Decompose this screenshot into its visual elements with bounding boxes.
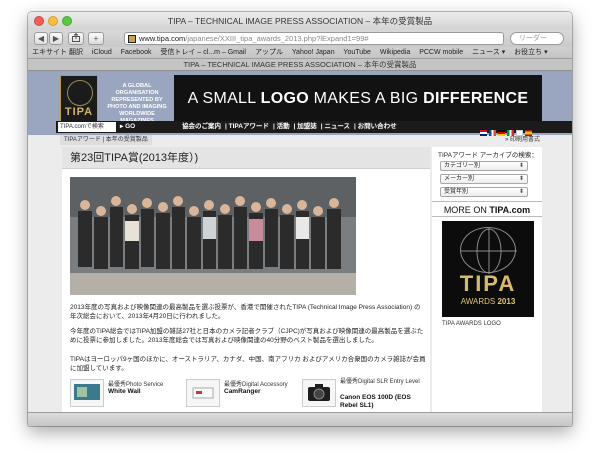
browser-window: TIPA – TECHNICAL IMAGE PRESS ASSOCIATION… xyxy=(28,12,572,426)
window-title: TIPA – TECHNICAL IMAGE PRESS ASSOCIATION… xyxy=(167,16,433,26)
globe-icon xyxy=(460,227,517,274)
go-button[interactable]: ▸ GO xyxy=(120,121,135,133)
ad-banner[interactable]: A SMALL LOGO MAKES A BIG DIFFERENCE xyxy=(174,75,542,125)
product-thumbnail xyxy=(186,379,220,407)
tab-active[interactable]: TIPA – TECHNICAL IMAGE PRESS ASSOCIATION… xyxy=(28,59,572,71)
manufacturer-select[interactable]: メーカー別 ⬍ xyxy=(440,174,528,184)
main-menu: 協会のご案内 | TIPAアワード | 活動 | 加盟誌 | ニュース | お問い合わせ xyxy=(182,123,397,130)
chevron-down-icon: ⬍ xyxy=(518,163,524,169)
banner-text: A SMALL LOGO MAKES A BIG DIFFERENCE xyxy=(187,90,529,107)
bookmarks-bar: エキサイト 翻訳 iCloud Facebook 受信トレイ – cl...m … xyxy=(28,47,572,59)
globe-icon xyxy=(67,80,93,106)
bookmark-item[interactable]: エキサイト 翻訳 xyxy=(32,49,83,56)
add-bookmark-button[interactable]: + xyxy=(88,32,104,45)
url-host: www.tipa.com xyxy=(139,34,186,43)
award-logo-caption: TIPA AWARDS LOGO xyxy=(442,321,501,327)
menu-item-members[interactable]: 加盟誌 xyxy=(297,123,317,130)
countries-paragraph: TIPAはヨーロッパ9ヶ国のほかに、オーストラリア、カナダ、中国、南アフリカ お… xyxy=(70,356,426,372)
page-title: 第23回TIPA賞(2013年度）) xyxy=(62,147,430,169)
product-name: Canon EOS 100D (EOS Rebel SL1) xyxy=(340,394,411,409)
forward-button[interactable]: ▶ xyxy=(49,32,63,45)
award-year-text: AWARDS 2013 xyxy=(460,297,516,306)
tipa-logo[interactable]: TIPA xyxy=(60,75,98,125)
product-thumbnail xyxy=(70,379,104,407)
bookmark-item[interactable]: アップル xyxy=(255,49,283,56)
product-category: 最優秀Digital SLR Entry Level xyxy=(340,379,420,385)
bookmark-item[interactable]: 受信トレイ – cl...m – Gmail xyxy=(160,49,246,56)
main-content: 第23回TIPA賞(2013年度）) 2013年度の写真および映像関連の最高製品… xyxy=(62,147,430,425)
product-name: CamRanger xyxy=(224,388,261,395)
site-favicon-icon xyxy=(128,35,136,43)
members-paragraph: 今年度のTIPA総会ではTIPA加盟の雑誌27社と日本のカメラ記者クラブ（CJP… xyxy=(70,328,424,344)
site-search-input[interactable]: TIPA.comで検索 xyxy=(58,122,116,132)
menu-item-about[interactable]: 協会のご案内 xyxy=(182,123,221,130)
web-page: TIPA A GLOBAL ORGANISATION REPRESENTED B… xyxy=(28,71,572,425)
address-bar[interactable]: www.tipa.com/japanese/XXIII_tipa_awards_… xyxy=(124,32,504,45)
bookmark-item[interactable]: Yahoo! Japan xyxy=(292,49,335,56)
logo-text: TIPA xyxy=(64,106,94,118)
status-bar xyxy=(28,412,572,426)
title-bar: TIPA – TECHNICAL IMAGE PRESS ASSOCIATION… xyxy=(28,12,572,30)
year-select[interactable]: 受賞年別 ⬍ xyxy=(440,187,528,197)
bookmark-item[interactable]: iCloud xyxy=(92,49,112,56)
intro-paragraph: 2013年度の写真および映像関連の最高製品を選ぶ投票が、香港で開催されたTIPA… xyxy=(70,304,421,320)
url-path: /japanese/XXIII_tipa_awards_2013.php?lEx… xyxy=(185,34,369,43)
breadcrumb-row: TIPAアワード | 本年の受賞製品 » 印刷用書式 xyxy=(56,135,544,145)
group-photo-image xyxy=(70,177,356,295)
bookmark-item[interactable]: PCCW mobile xyxy=(419,49,463,56)
chevron-down-icon: ⬍ xyxy=(518,189,524,195)
product-category: 最優秀Digital Accessory xyxy=(224,382,288,388)
tagline: A GLOBAL ORGANISATION REPRESENTED BY PHO… xyxy=(107,83,167,124)
sidebar: TIPAアワード アーカイブの検索： カテゴリー別 ⬍ メーカー別 ⬍ 受賞年別 ⬍ … xyxy=(432,147,542,425)
breadcrumb[interactable]: TIPAアワード | 本年の受賞製品 xyxy=(60,135,152,145)
back-button[interactable]: ◀ xyxy=(34,32,48,45)
group-photo xyxy=(70,177,356,295)
bookmark-item[interactable]: ニュース ▾ xyxy=(472,49,505,56)
menu-item-news[interactable]: ニュース xyxy=(324,123,350,130)
print-link[interactable]: » 印刷用書式 xyxy=(505,135,540,145)
product-category: 最優秀Photo Service xyxy=(108,382,164,388)
bookmark-item[interactable]: お役立ち ▾ xyxy=(514,49,547,56)
bookmark-item[interactable]: Wikipedia xyxy=(380,49,410,56)
share-icon xyxy=(72,32,80,42)
product-thumbnail xyxy=(302,379,336,407)
bookmark-item[interactable]: YouTube xyxy=(343,49,371,56)
reader-button[interactable]: リーダー xyxy=(510,32,564,45)
award-tipa-text: TIPA xyxy=(459,271,517,296)
more-on-tipa-link[interactable]: MORE ON TIPA.com xyxy=(432,201,542,217)
archive-title: TIPAアワード アーカイブの検索： xyxy=(438,152,538,159)
menu-item-activities[interactable]: 活動 xyxy=(277,123,290,130)
category-select[interactable]: カテゴリー別 ⬍ xyxy=(440,161,528,171)
awards-logo[interactable]: TIPA AWARDS 2013 xyxy=(442,221,534,317)
share-button[interactable] xyxy=(68,32,84,45)
browser-toolbar: ◀ ▶ + www.tipa.com/japanese/XXIII_tipa_a… xyxy=(28,30,572,47)
bookmark-item[interactable]: Facebook xyxy=(121,49,152,56)
menu-item-contact[interactable]: お問い合わせ xyxy=(358,123,397,130)
product-name: White Wall xyxy=(108,388,141,395)
chevron-down-icon: ⬍ xyxy=(518,176,524,182)
menu-item-awards[interactable]: TIPAアワード xyxy=(229,123,269,130)
